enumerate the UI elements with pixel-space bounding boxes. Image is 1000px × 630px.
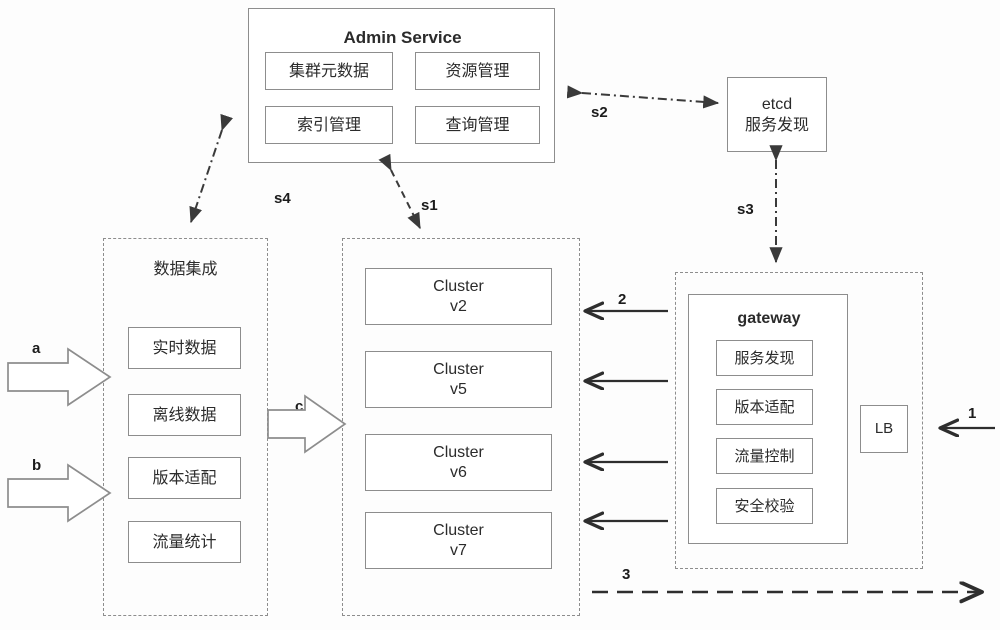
block-arrow-c — [267, 394, 347, 454]
data-integration-module-offline[interactable]: 离线数据 — [128, 394, 241, 436]
admin-module-cluster-metadata[interactable]: 集群元数据 — [265, 52, 393, 90]
etcd-panel: etcd 服务发现 — [727, 77, 827, 152]
connector-s4 — [189, 113, 233, 224]
gateway-module-security-check[interactable]: 安全校验 — [716, 488, 813, 524]
flow-label-one: 1 — [968, 405, 977, 422]
admin-service-title: Admin Service — [343, 28, 462, 47]
architecture-diagram: Admin Service 集群元数据 资源管理 索引管理 查询管理 etcd … — [0, 0, 1000, 630]
cluster-box-v6[interactable]: Cluster v6 — [365, 434, 552, 491]
cluster-name: Cluster — [433, 360, 484, 378]
source-label-hive: Hive — [32, 484, 65, 501]
flow-label-s3: s3 — [737, 201, 754, 218]
cluster-box-v7[interactable]: Cluster v7 — [365, 512, 552, 569]
flow-label-s4: s4 — [274, 190, 291, 207]
cluster-version: v2 — [450, 297, 467, 315]
gateway-title: gateway — [737, 310, 801, 327]
admin-module-index-management[interactable]: 索引管理 — [265, 106, 393, 144]
connector-gateway-to-clusters — [585, 311, 668, 521]
admin-module-query-management[interactable]: 查询管理 — [415, 106, 540, 144]
flow-label-c: c — [295, 398, 304, 415]
cluster-version: v6 — [450, 463, 467, 481]
data-integration-title: 数据集成 — [153, 259, 218, 278]
cluster-version: v5 — [450, 380, 467, 398]
data-integration-module-realtime[interactable]: 实时数据 — [128, 327, 241, 369]
flow-label-s1: s1 — [421, 197, 438, 214]
data-integration-module-traffic-stats[interactable]: 流量统计 — [128, 521, 241, 563]
source-tag-b: b — [32, 457, 42, 474]
gateway-module-service-discovery[interactable]: 服务发现 — [716, 340, 813, 376]
cluster-version: v7 — [450, 541, 467, 559]
gateway-module-traffic-control[interactable]: 流量控制 — [716, 438, 813, 474]
flow-label-s2: s2 — [591, 104, 608, 121]
load-balancer-box[interactable]: LB — [860, 405, 908, 453]
flow-label-three: 3 — [622, 566, 631, 583]
cluster-box-v5[interactable]: Cluster v5 — [365, 351, 552, 408]
gateway-module-version-adapt[interactable]: 版本适配 — [716, 389, 813, 425]
connector-s2 — [566, 85, 720, 109]
source-label-kafka: kafka — [29, 368, 69, 385]
etcd-service-discovery-label: 服务发现 — [744, 114, 809, 134]
admin-module-resource-management[interactable]: 资源管理 — [415, 52, 540, 90]
cluster-name: Cluster — [433, 443, 484, 461]
cluster-name: Cluster — [433, 521, 484, 539]
flow-label-two: 2 — [618, 291, 627, 308]
cluster-box-v2[interactable]: Cluster v2 — [365, 268, 552, 325]
cluster-name: Cluster — [433, 277, 484, 295]
source-tag-a: a — [32, 340, 41, 357]
data-integration-module-version-adapt[interactable]: 版本适配 — [128, 457, 241, 499]
connector-s1 — [378, 153, 421, 230]
etcd-label: etcd — [761, 95, 793, 113]
